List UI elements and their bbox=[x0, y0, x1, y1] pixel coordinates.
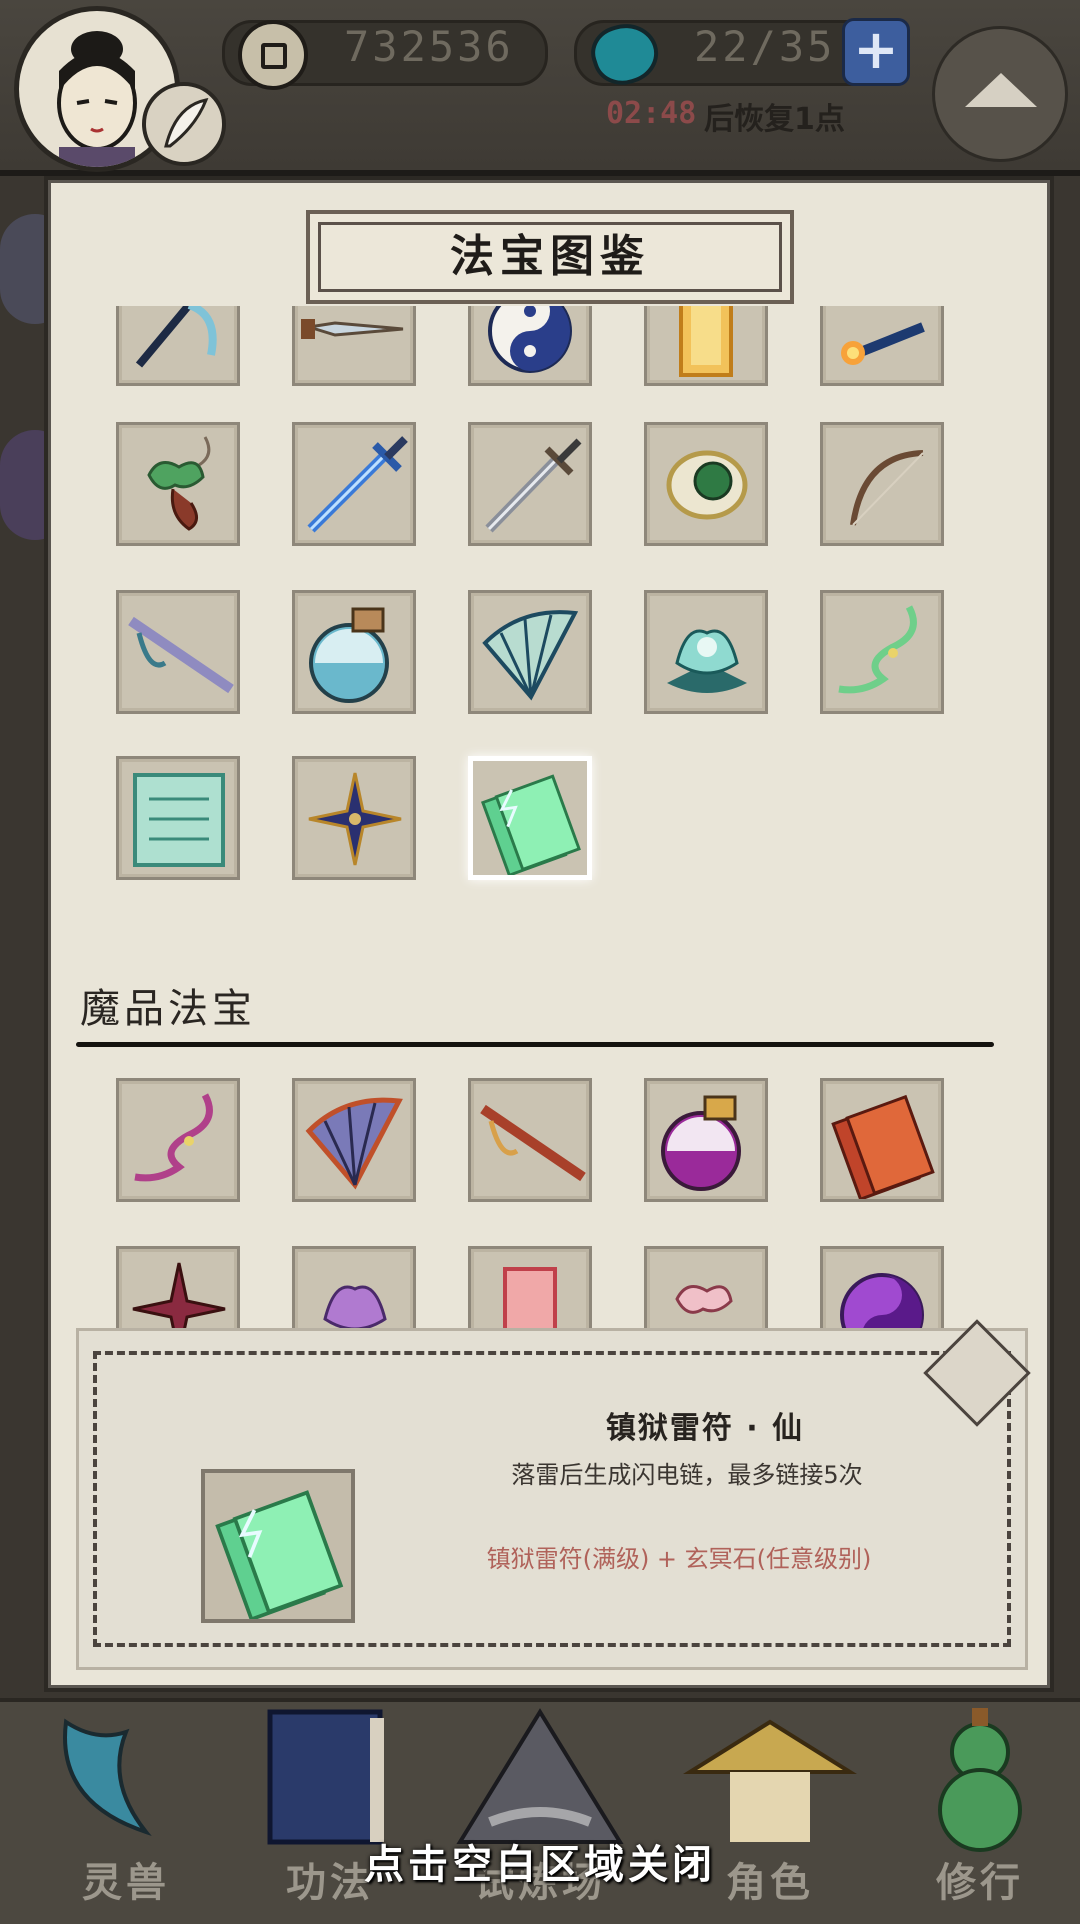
thunder-talisman-icon bbox=[480, 774, 581, 878]
detail-item-slot bbox=[201, 1469, 355, 1623]
red-flute-icon bbox=[480, 1104, 586, 1182]
purple-cord-icon bbox=[134, 1093, 213, 1182]
gourd-bottle-icon bbox=[309, 607, 389, 703]
title-plate: 法宝图鉴 bbox=[306, 210, 794, 304]
codex-slot[interactable] bbox=[116, 1078, 240, 1202]
item-name: 镇狱雷符 · 仙 bbox=[605, 1411, 805, 1446]
codex-slot[interactable] bbox=[820, 590, 944, 714]
codex-slot[interactable] bbox=[644, 422, 768, 546]
codex-slot[interactable] bbox=[468, 1246, 592, 1330]
straw-hat-icon bbox=[683, 1719, 857, 1842]
codex-slot[interactable] bbox=[116, 422, 240, 546]
bottom-nav: 灵兽 功法 试炼场 角色 修行 bbox=[0, 1698, 1080, 1924]
stamina-value: 22/35 bbox=[694, 22, 836, 71]
red-plaque-icon bbox=[503, 1267, 557, 1330]
red-shuriken-icon bbox=[132, 1262, 226, 1330]
section-label-demon: 魔品法宝 bbox=[80, 986, 256, 1032]
codex-slot[interactable] bbox=[292, 756, 416, 880]
top-bar: 732536 22/35 + 02:48 后恢复1点 bbox=[0, 0, 1080, 176]
codex-slot-selected[interactable] bbox=[468, 756, 592, 880]
item-detail-panel: 镇狱雷符 · 仙 落雷后生成闪电链，最多链接5次 镇狱雷符(满级) + 玄冥石(… bbox=[76, 1319, 1031, 1670]
mountain-icon bbox=[456, 1708, 624, 1844]
nav-character[interactable]: 角色 bbox=[680, 1702, 860, 1924]
currency-value: 732536 bbox=[344, 22, 514, 71]
codex-slot[interactable] bbox=[644, 306, 768, 386]
modal-title: 法宝图鉴 bbox=[450, 231, 650, 282]
purple-gourd-icon bbox=[661, 1095, 741, 1191]
feather-icon bbox=[63, 1718, 152, 1837]
recover-label: 后恢复1点 bbox=[704, 102, 845, 137]
bow-icon bbox=[850, 450, 924, 526]
codex-slot[interactable] bbox=[644, 1246, 768, 1330]
golden-talisman-icon bbox=[679, 306, 733, 377]
book-icon bbox=[267, 1709, 384, 1845]
item-description: 落雷后生成闪电链，最多链接5次 bbox=[511, 1461, 863, 1489]
codex-slot[interactable] bbox=[468, 1078, 592, 1202]
jade-knot-pendant-icon bbox=[147, 436, 211, 531]
purple-taiji-icon bbox=[840, 1273, 924, 1330]
detail-frame: 镇狱雷符 · 仙 落雷后生成闪电链，最多链接5次 bbox=[93, 1319, 1031, 1647]
purple-lotus-icon bbox=[323, 1285, 387, 1330]
dagger-icon bbox=[301, 319, 404, 339]
codex-slot[interactable] bbox=[468, 306, 592, 386]
blue-sword-icon bbox=[307, 436, 408, 533]
codex-slot[interactable] bbox=[292, 1246, 416, 1330]
codex-slot[interactable] bbox=[116, 590, 240, 714]
collapse-up-button[interactable] bbox=[932, 26, 1068, 162]
nav-cultivation[interactable]: 修行 bbox=[890, 1702, 1070, 1924]
nav-trial-ground[interactable]: 试炼场 bbox=[450, 1702, 630, 1924]
fire-staff-icon bbox=[841, 322, 925, 365]
steel-sword-icon bbox=[485, 438, 582, 533]
section-divider bbox=[76, 1042, 994, 1047]
pink-knot-icon bbox=[675, 1285, 733, 1314]
item-recipe: 镇狱雷符(满级) + 玄冥石(任意级别) bbox=[486, 1545, 872, 1573]
codex-slot[interactable] bbox=[116, 1246, 240, 1330]
close-hint: 点击空白区域关闭 bbox=[364, 1842, 716, 1888]
codex-slot[interactable] bbox=[292, 422, 416, 546]
codex-slot[interactable] bbox=[820, 1246, 944, 1330]
shuriken-icon bbox=[308, 772, 402, 866]
codex-slot[interactable] bbox=[820, 306, 944, 386]
codex-slot[interactable] bbox=[468, 590, 592, 714]
codex-slot[interactable] bbox=[292, 1078, 416, 1202]
codex-slot[interactable] bbox=[292, 306, 416, 386]
nav-skills[interactable]: 功法 bbox=[240, 1702, 420, 1924]
codex-slot[interactable] bbox=[116, 756, 240, 880]
codex-scroll-area[interactable]: 魔品法宝 bbox=[48, 306, 1050, 1330]
recover-timer: 02:48 bbox=[606, 96, 697, 131]
jade-ring-icon bbox=[666, 450, 748, 520]
lotus-icon bbox=[667, 629, 747, 693]
thunder-talisman-icon bbox=[215, 1490, 344, 1622]
add-stamina-button[interactable]: + bbox=[842, 18, 910, 86]
feather-badge-icon[interactable] bbox=[142, 82, 226, 166]
blue-whip-icon bbox=[135, 306, 217, 368]
codex-slot[interactable] bbox=[292, 590, 416, 714]
codex-slot[interactable] bbox=[468, 422, 592, 546]
codex-slot[interactable] bbox=[644, 1078, 768, 1202]
jade-cord-icon bbox=[838, 605, 917, 694]
nav-spirit-beast[interactable]: 灵兽 bbox=[36, 1702, 216, 1924]
taiji-icon bbox=[488, 306, 572, 373]
treasure-codex-modal: 法宝图鉴 魔品法宝 镇狱雷符 · 仙 落雷后生成闪电链，最多链接5次 镇狱雷符(… bbox=[44, 176, 1054, 1692]
scroll-icon bbox=[133, 773, 225, 867]
red-talisman-icon bbox=[831, 1094, 935, 1202]
coin-icon bbox=[238, 20, 308, 90]
gourd-icon bbox=[938, 1708, 1022, 1852]
codex-slot[interactable] bbox=[644, 590, 768, 714]
folding-fan-icon bbox=[482, 610, 579, 701]
codex-slot[interactable] bbox=[820, 422, 944, 546]
red-fan-icon bbox=[305, 1097, 403, 1190]
codex-slot[interactable] bbox=[116, 306, 240, 386]
flute-icon bbox=[128, 616, 234, 694]
codex-slot[interactable] bbox=[820, 1078, 944, 1202]
